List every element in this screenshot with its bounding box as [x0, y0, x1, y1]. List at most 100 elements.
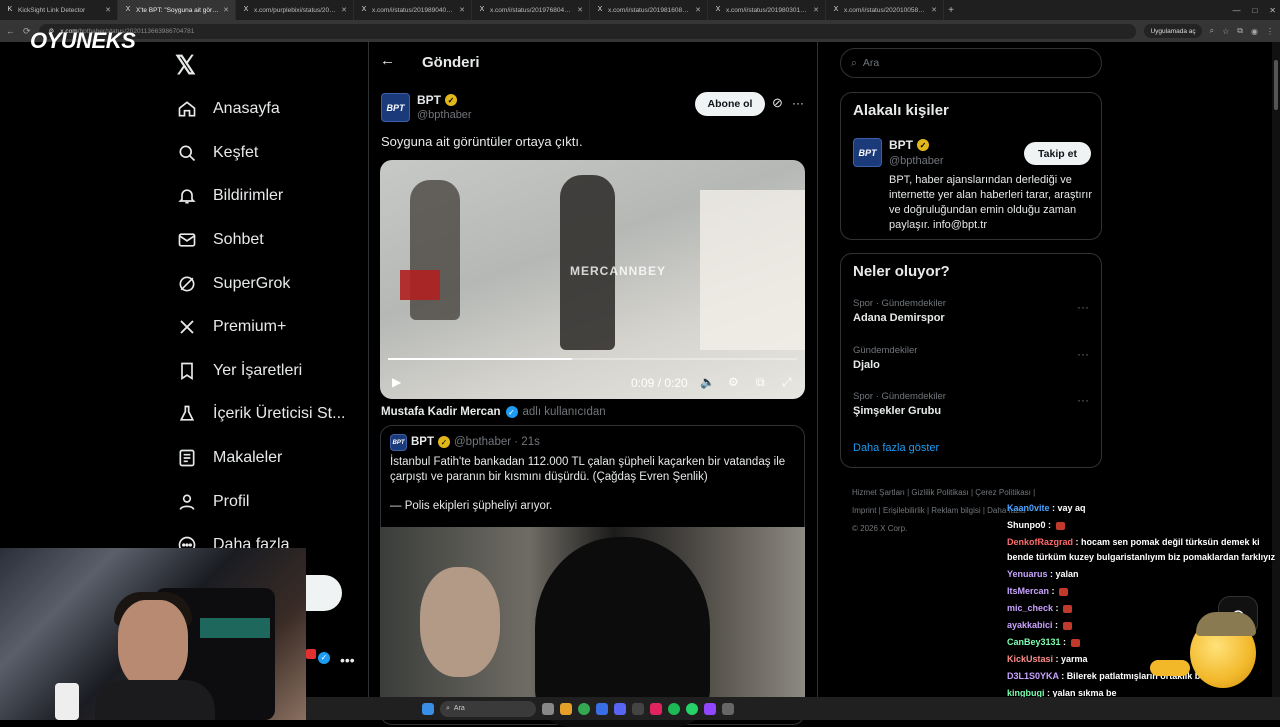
chat-username[interactable]: Yenuarus: [1007, 569, 1048, 579]
browser-tab[interactable]: Xx.com/i/status/2019816081808 ✕: [590, 0, 708, 20]
chat-username[interactable]: KickUstasi: [1007, 654, 1053, 664]
mail-icon: [176, 229, 198, 251]
video-progress-bar[interactable]: [388, 358, 797, 360]
trend-more-icon[interactable]: ···: [1077, 347, 1089, 361]
spotify-icon[interactable]: [668, 702, 680, 715]
nav-item-home[interactable]: Anasayfa: [176, 94, 280, 124]
tab-close-icon[interactable]: ✕: [813, 6, 819, 14]
chat-username[interactable]: ayakkabici: [1007, 620, 1053, 630]
flask-icon: [176, 403, 198, 425]
close-window-icon[interactable]: ✕: [1269, 6, 1276, 15]
nav-item-bell[interactable]: Bildirimler: [176, 181, 283, 211]
nav-item-grok[interactable]: SuperGrok: [176, 269, 290, 299]
chat-username[interactable]: CanBey3131: [1007, 637, 1061, 647]
menu-icon[interactable]: ⋮: [1266, 27, 1274, 36]
tab-close-icon[interactable]: ✕: [695, 6, 701, 14]
footer-line-1[interactable]: Hizmet Şartları | Gizlilik Politikası | …: [852, 484, 1102, 502]
trend-item[interactable]: Spor · Gündemdekiler Adana Demirspor: [853, 298, 946, 324]
browser-tab[interactable]: Xx.com/i/status/2019768042251 ✕: [472, 0, 590, 20]
chat-text: yarma: [1061, 654, 1088, 664]
edge-icon[interactable]: [596, 702, 608, 715]
browser-tab[interactable]: K KickSight Link Detector ✕: [0, 0, 118, 20]
bookmark-star-icon[interactable]: ☆: [1222, 27, 1229, 36]
trend-category: Spor · Gündemdekiler: [853, 391, 946, 402]
tab-close-icon[interactable]: ✕: [931, 6, 937, 14]
browser-tab[interactable]: Xx.com/i/status/2019890400514 ✕: [354, 0, 472, 20]
chat-username[interactable]: D3L1S0YKA: [1007, 671, 1059, 681]
minimize-icon[interactable]: —: [1232, 6, 1240, 15]
author-name-row[interactable]: BPT ✓: [417, 93, 457, 107]
scrollbar-thumb[interactable]: [1274, 60, 1278, 110]
author-avatar[interactable]: BPT: [381, 93, 410, 122]
repost-attribution[interactable]: Mustafa Kadir Mercan ✓ adlı kullanıcıdan: [381, 406, 606, 418]
app-icon[interactable]: [650, 702, 662, 715]
tab-close-icon[interactable]: ✕: [577, 6, 583, 14]
tab-close-icon[interactable]: ✕: [341, 6, 347, 14]
open-in-app-button[interactable]: Uygulamada aç: [1144, 24, 1202, 38]
nav-item-flask[interactable]: İçerik Üreticisi St...: [176, 399, 345, 429]
chrome-icon[interactable]: [578, 702, 590, 715]
chat-username[interactable]: Kaan0vite: [1007, 503, 1050, 513]
whatsapp-icon[interactable]: [686, 702, 698, 715]
zoom-icon[interactable]: ⌕: [1210, 26, 1214, 36]
tab-close-icon[interactable]: ✕: [459, 6, 465, 14]
url-field[interactable]: ⚙ x.com/bpthaber/status/2020113663986704…: [38, 23, 1137, 39]
trend-item[interactable]: Gündemdekiler Djalo: [853, 345, 917, 371]
tab-close-icon[interactable]: ✕: [105, 6, 111, 14]
taskbar-search[interactable]: ⌕ Ara: [440, 700, 536, 717]
tab-favicon-icon: X: [361, 6, 367, 13]
video-player[interactable]: MERCANNBEY: [380, 160, 805, 399]
discord-icon[interactable]: [614, 702, 626, 715]
page-scrollbar[interactable]: [1272, 42, 1280, 697]
nav-item-x[interactable]: Premium+: [176, 312, 286, 342]
profile-icon[interactable]: ◉: [1251, 27, 1258, 36]
search-input[interactable]: ⌕ Ara: [840, 48, 1102, 78]
browser-tab[interactable]: X X'te BPT: "Soyguna ait görünt ✕: [118, 0, 236, 20]
browser-tab[interactable]: Xx.com/i/status/2019803017172 ✕: [708, 0, 826, 20]
trend-more-icon[interactable]: ···: [1077, 300, 1089, 314]
volume-icon[interactable]: 🔈: [700, 375, 715, 389]
grok-icon[interactable]: ⊘: [772, 95, 783, 111]
taskview-icon[interactable]: [542, 702, 554, 715]
settings-app-icon[interactable]: [722, 702, 734, 715]
browser-tab[interactable]: Xx.com/i/status/2020100584288 ✕: [826, 0, 944, 20]
taskbar-search-label: Ara: [453, 705, 465, 712]
new-tab-button[interactable]: +: [944, 5, 958, 16]
file-explorer-icon[interactable]: [560, 702, 572, 715]
nav-item-search[interactable]: Keşfet: [176, 138, 258, 168]
chat-username[interactable]: DenkofRazgrad: [1007, 537, 1073, 547]
chat-username[interactable]: mic_check: [1007, 603, 1053, 613]
trend-more-icon[interactable]: ···: [1077, 393, 1089, 407]
subscribe-button[interactable]: Abone ol: [695, 92, 765, 116]
follow-button[interactable]: Takip et: [1024, 142, 1091, 165]
fullscreen-icon[interactable]: ⤢: [782, 375, 792, 390]
nav-item-mail[interactable]: Sohbet: [176, 225, 264, 255]
windows-start-icon[interactable]: [422, 702, 434, 715]
nav-item-person[interactable]: Profil: [176, 487, 249, 517]
author-handle[interactable]: @bpthaber: [417, 109, 472, 121]
pip-icon[interactable]: ⧉: [756, 375, 765, 390]
browser-tab[interactable]: Xx.com/purplebixi/status/2020: ✕: [236, 0, 354, 20]
play-icon[interactable]: ▶: [392, 375, 401, 389]
chat-username[interactable]: Shunpo0: [1007, 520, 1046, 530]
post-more-icon[interactable]: ···: [792, 96, 804, 110]
maximize-icon[interactable]: □: [1252, 6, 1257, 15]
related-avatar[interactable]: BPT: [853, 138, 882, 167]
show-more-link[interactable]: Daha fazla göster: [853, 442, 939, 454]
back-arrow-icon[interactable]: ←: [380, 52, 395, 69]
obs-icon[interactable]: [632, 702, 644, 715]
x-logo[interactable]: 𝕏: [175, 50, 196, 80]
twitch-icon[interactable]: [704, 702, 716, 715]
nav-item-bookmark[interactable]: Yer İşaretleri: [176, 356, 302, 386]
nav-item-article[interactable]: Makaleler: [176, 443, 282, 473]
related-name-row[interactable]: BPT ✓: [889, 138, 929, 152]
verified-gold-icon: ✓: [438, 436, 450, 448]
settings-icon[interactable]: ⚙: [728, 375, 739, 389]
chat-username[interactable]: ItsMercan: [1007, 586, 1049, 596]
extensions-icon[interactable]: ⧉: [1237, 26, 1243, 36]
quote-image[interactable]: [380, 527, 805, 727]
account-more-icon[interactable]: •••: [340, 652, 355, 668]
back-icon[interactable]: ←: [6, 26, 15, 36]
trend-item[interactable]: Spor · Gündemdekiler Şimşekler Grubu: [853, 391, 946, 417]
tab-close-icon[interactable]: ✕: [223, 6, 229, 14]
